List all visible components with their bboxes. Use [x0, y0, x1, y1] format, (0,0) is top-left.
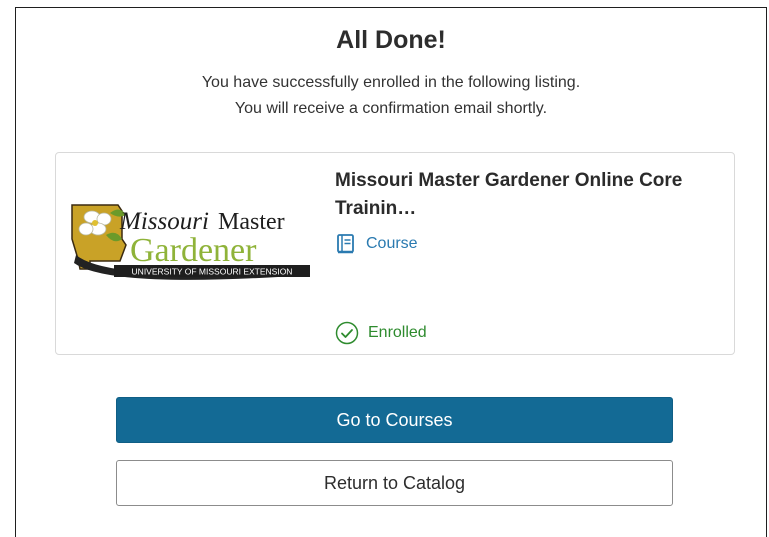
- dialog-title: All Done!: [336, 26, 446, 54]
- listing-title-line2: Trainin…: [335, 198, 417, 219]
- logo-gardener-text: Gardener: [130, 232, 257, 269]
- listing-type-label: Course: [366, 235, 418, 252]
- listing-title-line1: Missouri Master Gardener Online Core: [335, 170, 683, 191]
- enrollment-status-label: Enrolled: [368, 324, 427, 341]
- check-circle-icon: [335, 321, 359, 345]
- success-message: You have successfully enrolled in the fo…: [201, 74, 581, 91]
- book-icon: [337, 234, 354, 254]
- confirmation-email-message: You will receive a confirmation email sh…: [234, 100, 548, 117]
- listing-card: Missouri Master Gardener UNIVERSITY OF M…: [55, 152, 735, 355]
- listing-type: Course: [336, 233, 418, 255]
- listing-title[interactable]: Missouri Master Gardener Online Core Tra…: [335, 167, 725, 223]
- logo-missouri-text: Missouri: [119, 208, 209, 235]
- enrollment-confirmation-dialog: All Done! You have successfully enrolled…: [15, 7, 767, 537]
- logo-university-text: UNIVERSITY OF MISSOURI EXTENSION: [132, 267, 293, 277]
- enrollment-status: Enrolled: [335, 321, 427, 345]
- listing-thumbnail-logo: Missouri Master Gardener UNIVERSITY OF M…: [71, 204, 310, 280]
- go-to-courses-button[interactable]: Go to Courses: [116, 397, 673, 443]
- return-to-catalog-button[interactable]: Return to Catalog: [116, 460, 673, 506]
